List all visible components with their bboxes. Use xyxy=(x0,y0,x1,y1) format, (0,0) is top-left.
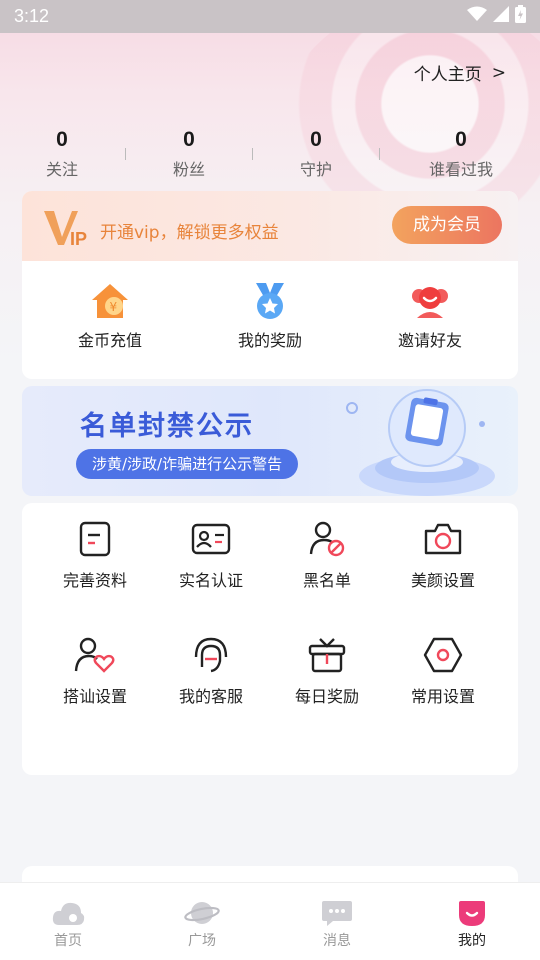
tool-label: 常用设置 xyxy=(410,687,475,706)
svg-text:IP: IP xyxy=(70,229,87,247)
tab-messages[interactable]: 消息 xyxy=(297,899,377,950)
quick-label: 金币充值 xyxy=(77,331,142,350)
quick-label: 邀请好友 xyxy=(397,331,462,350)
system-icons xyxy=(467,5,526,28)
tab-home[interactable]: 首页 xyxy=(28,899,108,950)
message-icon xyxy=(297,899,377,927)
headset-icon xyxy=(153,635,269,675)
invite-friend-icon xyxy=(360,281,500,321)
tool-real-name[interactable]: 实名认证 xyxy=(153,519,269,591)
signal-icon xyxy=(493,6,509,27)
tool-label: 实名认证 xyxy=(178,571,243,590)
me-icon xyxy=(432,899,512,927)
stat-label: 守护 xyxy=(299,160,332,179)
medal-icon xyxy=(200,281,340,321)
wifi-icon xyxy=(467,6,487,27)
tool-label: 我的客服 xyxy=(178,687,243,706)
stat-label: 谁看过我 xyxy=(428,160,493,179)
tab-label: 首页 xyxy=(54,933,82,949)
tool-chat-settings[interactable]: 搭讪设置 xyxy=(37,635,153,707)
planet-icon xyxy=(162,899,242,927)
id-card-icon xyxy=(153,519,269,559)
gift-icon xyxy=(269,635,385,675)
stat-value: 0 xyxy=(183,128,195,151)
tool-customer-service[interactable]: 我的客服 xyxy=(153,635,269,707)
status-time: 3:12 xyxy=(14,6,50,26)
tool-label: 搭讪设置 xyxy=(62,687,127,706)
tool-blacklist[interactable]: 黑名单 xyxy=(269,519,385,591)
vip-banner[interactable]: IP 开通vip，解锁更多权益 成为会员 xyxy=(22,191,518,261)
svg-text:¥: ¥ xyxy=(110,300,118,314)
blocked-user-icon xyxy=(269,519,385,559)
become-member-button[interactable]: 成为会员 xyxy=(392,206,502,244)
quick-recharge[interactable]: ¥ 金币充值 xyxy=(40,281,180,351)
stat-visitors[interactable]: 0 谁看过我 xyxy=(406,128,516,180)
tool-common-settings[interactable]: 常用设置 xyxy=(385,635,501,707)
clipboard-shield-icon xyxy=(342,386,502,496)
coin-house-icon: ¥ xyxy=(40,281,180,321)
quick-invite[interactable]: 邀请好友 xyxy=(360,281,500,351)
ban-banner-title: 名单封禁公示 xyxy=(80,411,254,442)
tool-daily-reward[interactable]: 每日奖励 xyxy=(269,635,385,707)
ban-list-banner[interactable]: 名单封禁公示 涉黄/涉政/诈骗进行公示警告 xyxy=(22,386,518,496)
personal-homepage-link[interactable]: 个人主页 > xyxy=(413,60,506,86)
tool-beauty-settings[interactable]: 美颜设置 xyxy=(385,519,501,591)
tab-label: 广场 xyxy=(188,933,216,949)
tab-square[interactable]: 广场 xyxy=(162,899,242,950)
tool-complete-profile[interactable]: 完善资料 xyxy=(37,519,153,591)
tools-grid: 完善资料 实名认证 黑名单 美颜设置 搭讪设置 我的客服 每日奖励 常用设置 xyxy=(22,503,518,775)
ban-banner-subtitle: 涉黄/涉政/诈骗进行公示警告 xyxy=(76,449,299,479)
home-cloud-icon xyxy=(28,899,108,927)
tool-label: 黑名单 xyxy=(302,571,351,590)
tab-label: 我的 xyxy=(458,933,486,949)
stats-row: 0 关注 0 粉丝 0 守护 0 谁看过我 xyxy=(0,128,540,184)
vip-logo-icon: IP xyxy=(42,207,90,251)
stat-value: 0 xyxy=(56,128,68,151)
stat-divider xyxy=(125,148,126,160)
stat-divider xyxy=(252,148,253,160)
battery-icon xyxy=(515,5,526,28)
stat-label: 粉丝 xyxy=(172,160,205,179)
quick-rewards[interactable]: 我的奖励 xyxy=(200,281,340,351)
camera-icon xyxy=(385,519,501,559)
tab-label: 消息 xyxy=(323,933,351,949)
personal-homepage-label: 个人主页 xyxy=(413,65,482,85)
vip-card: IP 开通vip，解锁更多权益 成为会员 ¥ 金币充值 我的奖励 邀请好友 xyxy=(22,191,518,379)
stat-label: 关注 xyxy=(45,160,78,179)
tool-label: 完善资料 xyxy=(62,571,127,590)
stat-fans[interactable]: 0 粉丝 xyxy=(134,128,244,180)
stat-guard[interactable]: 0 守护 xyxy=(261,128,371,180)
tool-label: 每日奖励 xyxy=(294,687,359,706)
bottom-tab-bar: 首页 广场 消息 我的 xyxy=(0,882,540,960)
settings-hexagon-icon xyxy=(385,635,501,675)
stat-following[interactable]: 0 关注 xyxy=(7,128,117,180)
vip-promo-text: 开通vip，解锁更多权益 xyxy=(100,223,279,243)
profile-card-icon xyxy=(37,519,153,559)
tab-me[interactable]: 我的 xyxy=(432,899,512,950)
chevron-right-icon: > xyxy=(491,62,506,83)
stat-divider xyxy=(379,148,380,160)
stat-value: 0 xyxy=(310,128,322,151)
user-heart-icon xyxy=(37,635,153,675)
status-bar: 3:12 xyxy=(0,0,540,33)
tool-label: 美颜设置 xyxy=(410,571,475,590)
stat-value: 0 xyxy=(455,128,467,151)
quick-label: 我的奖励 xyxy=(237,331,302,350)
